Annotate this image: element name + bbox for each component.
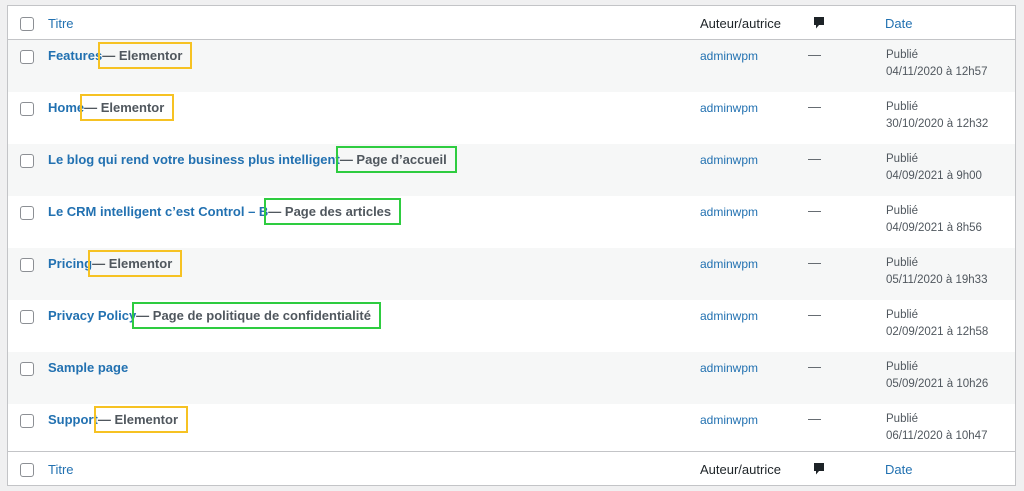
row-checkbox[interactable]	[20, 258, 34, 272]
table-row: Privacy Policy— Page de politique de con…	[8, 300, 1015, 352]
row-checkbox[interactable]	[20, 310, 34, 324]
table-row: Le blog qui rend votre business plus int…	[8, 144, 1015, 196]
select-all-checkbox-footer[interactable]	[20, 463, 34, 477]
table-row: Le CRM intelligent c’est Control – B— Pa…	[8, 196, 1015, 248]
post-state-label: — Elementor	[88, 250, 183, 277]
comments-count: —	[808, 99, 821, 114]
author-link[interactable]: adminwpm	[700, 308, 758, 324]
date-column-footer[interactable]: Date	[885, 462, 912, 478]
page-title-link[interactable]: Sample page	[48, 360, 128, 375]
comment-bubble-icon[interactable]	[813, 462, 825, 476]
post-state-label: — Page d’accueil	[335, 146, 457, 173]
row-checkbox[interactable]	[20, 50, 34, 64]
publish-date: 30/10/2020 à 12h32	[886, 118, 989, 130]
title-cell: Features— Elementor	[48, 42, 193, 69]
date-cell: Publié 02/09/2021 à 12h58	[886, 307, 988, 341]
page-title-link[interactable]: Features	[48, 48, 102, 63]
row-checkbox[interactable]	[20, 206, 34, 220]
highlight-box-green	[132, 302, 381, 329]
post-state-label: — Page de politique de confidentialité	[132, 302, 381, 329]
publish-status: Publié	[886, 101, 918, 113]
pages-list-table: Titre Auteur/autrice Date Features— Elem…	[7, 5, 1016, 486]
publish-status: Publié	[886, 413, 918, 425]
comments-count: —	[808, 151, 821, 166]
title-cell: Pricing— Elementor	[48, 250, 183, 277]
row-checkbox[interactable]	[20, 102, 34, 116]
post-state-label: — Elementor	[80, 94, 175, 121]
page-title-link[interactable]: Privacy Policy	[48, 308, 136, 323]
author-link[interactable]: adminwpm	[700, 412, 758, 428]
publish-status: Publié	[886, 205, 918, 217]
publish-date: 06/11/2020 à 10h47	[886, 430, 988, 442]
title-column-header[interactable]: Titre	[48, 16, 74, 32]
highlight-box-green	[264, 198, 402, 225]
title-cell: Le blog qui rend votre business plus int…	[48, 146, 457, 173]
publish-status: Publié	[886, 153, 918, 165]
author-link[interactable]: adminwpm	[700, 48, 758, 64]
highlight-box-green	[335, 146, 457, 173]
post-state-label: — Page des articles	[264, 198, 402, 225]
page-title-link[interactable]: Pricing	[48, 256, 92, 271]
comments-count: —	[808, 359, 821, 374]
page-title-link[interactable]: Le blog qui rend votre business plus int…	[48, 152, 340, 167]
comment-bubble-icon[interactable]	[813, 16, 825, 30]
post-state-label: — Elementor	[93, 406, 189, 433]
highlight-box-yellow	[88, 250, 183, 277]
publish-date: 04/09/2021 à 9h00	[886, 170, 982, 182]
author-link[interactable]: adminwpm	[700, 100, 758, 116]
date-cell: Publié 04/09/2021 à 9h00	[886, 151, 982, 185]
date-cell: Publié 06/11/2020 à 10h47	[886, 411, 987, 445]
date-column-header[interactable]: Date	[885, 16, 912, 32]
post-state-label: — Elementor	[98, 42, 193, 69]
row-checkbox[interactable]	[20, 414, 34, 428]
publish-date: 05/09/2021 à 10h26	[886, 378, 989, 390]
row-checkbox[interactable]	[20, 362, 34, 376]
comments-count: —	[808, 47, 821, 62]
select-all-checkbox[interactable]	[20, 17, 34, 31]
author-link[interactable]: adminwpm	[700, 360, 758, 376]
publish-date: 04/09/2021 à 8h56	[886, 222, 982, 234]
table-row: Features— Elementor adminwpm — Publié 04/11/…	[8, 40, 1015, 92]
highlight-box-yellow	[93, 406, 189, 433]
table-header: Titre Auteur/autrice Date	[8, 6, 1015, 40]
table-row: Pricing— Elementor adminwpm — Publié 05/11/2…	[8, 248, 1015, 300]
highlight-box-yellow	[98, 42, 193, 69]
title-column-footer[interactable]: Titre	[48, 462, 74, 478]
highlight-box-yellow	[80, 94, 175, 121]
date-cell: Publié 04/09/2021 à 8h56	[886, 203, 982, 237]
table-footer: Titre Auteur/autrice Date	[8, 451, 1015, 485]
table-row: Home— Elementor adminwpm — Publié 30/10/2020…	[8, 92, 1015, 144]
publish-status: Publié	[886, 309, 918, 321]
row-checkbox[interactable]	[20, 154, 34, 168]
table-row: Sample page adminwpm — Publié 05/09/2021 à 1…	[8, 352, 1015, 404]
publish-date: 02/09/2021 à 12h58	[886, 326, 989, 338]
author-link[interactable]: adminwpm	[700, 256, 758, 272]
comments-count: —	[808, 255, 821, 270]
date-cell: Publié 04/11/2020 à 12h57	[886, 47, 987, 81]
author-link[interactable]: adminwpm	[700, 204, 758, 220]
comments-count: —	[808, 203, 821, 218]
title-cell: Home— Elementor	[48, 94, 175, 121]
date-cell: Publié 30/10/2020 à 12h32	[886, 99, 988, 133]
page-title-link[interactable]: Home	[48, 100, 84, 115]
page-title-link[interactable]: Le CRM intelligent c’est Control – B	[48, 204, 268, 219]
comments-count: —	[808, 307, 821, 322]
table-row: Support— Elementor adminwpm — Publié 06/11/2…	[8, 404, 1015, 456]
page-title-link[interactable]: Support	[48, 412, 98, 427]
author-link[interactable]: adminwpm	[700, 152, 758, 168]
title-cell: Support— Elementor	[48, 406, 189, 433]
author-column-footer: Auteur/autrice	[700, 462, 781, 477]
author-column-header: Auteur/autrice	[700, 16, 781, 31]
title-cell: Le CRM intelligent c’est Control – B— Pa…	[48, 198, 402, 225]
publish-date: 04/11/2020 à 12h57	[886, 66, 988, 78]
publish-date: 05/11/2020 à 19h33	[886, 274, 988, 286]
date-cell: Publié 05/11/2020 à 19h33	[886, 255, 987, 289]
publish-status: Publié	[886, 49, 918, 61]
title-cell: Sample page	[48, 359, 128, 377]
title-cell: Privacy Policy— Page de politique de con…	[48, 302, 381, 329]
publish-status: Publié	[886, 257, 918, 269]
date-cell: Publié 05/09/2021 à 10h26	[886, 359, 988, 393]
comments-count: —	[808, 411, 821, 426]
publish-status: Publié	[886, 361, 918, 373]
